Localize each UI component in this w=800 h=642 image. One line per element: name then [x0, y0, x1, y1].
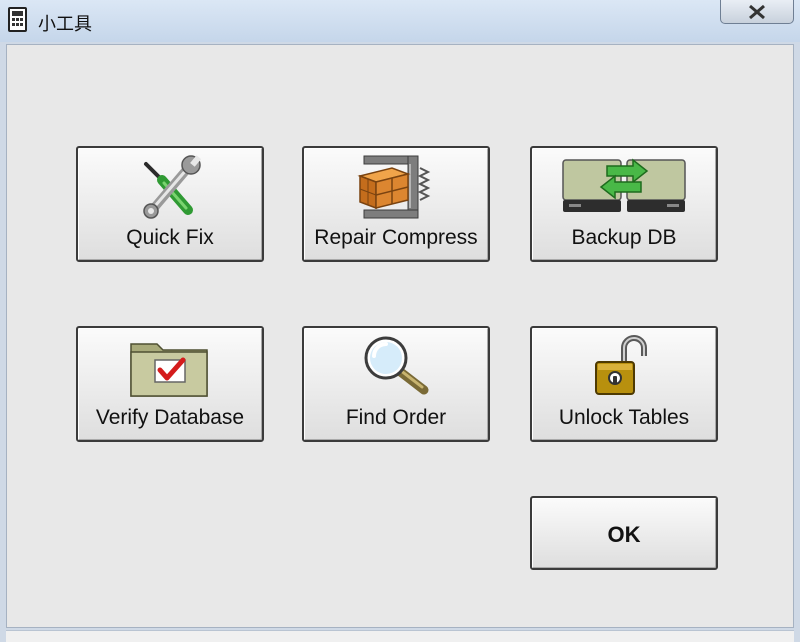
unlock-tables-label: Unlock Tables [558, 406, 690, 429]
tools-window: 小工具 Quick Fix Repair Compress Backup DB … [0, 0, 800, 642]
backup-db-button[interactable]: Backup DB [530, 146, 718, 262]
close-icon [749, 4, 765, 20]
backup-db-label: Backup DB [571, 226, 677, 249]
clamp-box-icon [304, 152, 488, 224]
drive-sync-icon [532, 152, 716, 224]
close-button[interactable] [720, 0, 794, 24]
quick-fix-label: Quick Fix [126, 226, 214, 249]
repair-compress-button[interactable]: Repair Compress [302, 146, 490, 262]
quick-fix-button[interactable]: Quick Fix [76, 146, 264, 262]
find-order-button[interactable]: Find Order [302, 326, 490, 442]
ok-button[interactable]: OK [530, 496, 718, 570]
unlock-tables-button[interactable]: Unlock Tables [530, 326, 718, 442]
ok-label: OK [607, 522, 641, 547]
app-icon [6, 6, 30, 34]
title-bar[interactable]: 小工具 [0, 0, 800, 42]
status-strip [6, 630, 794, 642]
find-order-label: Find Order [345, 406, 447, 429]
open-padlock-icon [532, 332, 716, 404]
repair-compress-label: Repair Compress [314, 226, 478, 249]
verify-database-label: Verify Database [95, 406, 245, 429]
magnifier-icon [304, 332, 488, 404]
verify-database-button[interactable]: Verify Database [76, 326, 264, 442]
tools-icon [78, 152, 262, 224]
folder-check-icon [78, 332, 262, 404]
window-title: 小工具 [38, 14, 92, 34]
